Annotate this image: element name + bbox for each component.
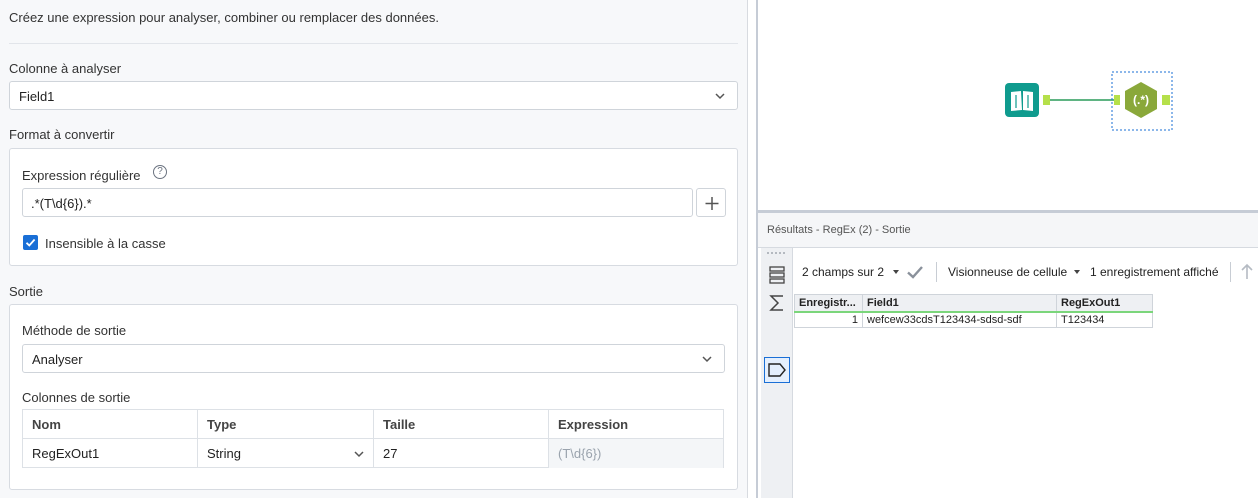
workflow-canvas[interactable]: (.*) xyxy=(756,0,1258,212)
column-header-name: Nom xyxy=(23,410,198,438)
format-card: Expression régulière ? .*(T\d{6}).* Inse… xyxy=(9,148,738,266)
config-panel: Créez une expression pour analyser, comb… xyxy=(0,0,748,498)
output-method-select[interactable]: Analyser xyxy=(22,344,725,373)
column-header-expression: Expression xyxy=(558,417,629,432)
table-view-button[interactable] xyxy=(764,262,790,288)
output-method-label: Méthode de sortie xyxy=(22,323,127,338)
table-row: RegExOut1 String 27 (T\d{6}) xyxy=(23,439,723,468)
regex-tool[interactable]: (.*) xyxy=(1111,71,1173,131)
record-number-cell[interactable]: 1 xyxy=(794,311,863,328)
tag-icon xyxy=(768,363,786,377)
help-icon[interactable]: ? xyxy=(153,165,167,179)
table-row: 1 wefcew33cdsT123434-sdsd-sdf T123434 xyxy=(794,311,1153,328)
output-type-value: String xyxy=(207,446,241,461)
records-count: 1 enregistrement affiché xyxy=(1090,265,1219,279)
cell-viewer-selector[interactable]: Visionneuse de cellule xyxy=(948,265,1067,279)
metadata-view-button[interactable] xyxy=(764,290,790,316)
output-size-cell[interactable]: 27 xyxy=(374,439,549,468)
case-insensitive-label: Insensible à la casse xyxy=(45,236,166,251)
results-table: Enregistr... Field1 RegExOut1 1 wefcew33… xyxy=(794,294,1153,328)
tag-view-button[interactable] xyxy=(764,357,790,383)
regexout1-cell[interactable]: T123434 xyxy=(1056,311,1153,328)
case-insensitive-checkbox[interactable] xyxy=(23,235,38,250)
output-columns-label: Colonnes de sortie xyxy=(22,390,131,405)
toolbar-separator xyxy=(1230,262,1231,282)
output-columns-table: Nom Type Taille Expression RegExOut1 Str… xyxy=(22,409,724,468)
results-side-rail xyxy=(761,248,793,498)
output-type-select[interactable]: String xyxy=(198,439,374,468)
checkmark-icon[interactable] xyxy=(906,264,924,280)
table-list-icon xyxy=(769,266,785,284)
results-title: Résultats - RegEx (2) - Sortie xyxy=(767,224,911,236)
output-section-label: Sortie xyxy=(9,284,43,299)
toolbar-separator xyxy=(936,262,937,282)
chevron-down-icon xyxy=(702,356,712,363)
tool-description: Créez une expression pour analyser, comb… xyxy=(9,10,439,25)
workflow-diagram: (.*) xyxy=(1005,71,1173,131)
sigma-icon xyxy=(769,295,783,311)
field1-column-header[interactable]: Field1 xyxy=(862,294,1057,313)
results-body: 2 champs sur 2 Visionneuse de cellule 1 … xyxy=(758,247,1258,498)
field1-cell[interactable]: wefcew33cdsT123434-sdsd-sdf xyxy=(862,311,1057,328)
output-name-cell[interactable]: RegExOut1 xyxy=(23,439,198,468)
plus-icon xyxy=(705,197,719,210)
fields-selector[interactable]: 2 champs sur 2 xyxy=(802,265,884,279)
column-header-size: Taille xyxy=(374,410,549,438)
checkmark-icon xyxy=(25,238,36,247)
column-to-parse-label: Colonne à analyser xyxy=(9,61,122,76)
results-pane: Résultats - RegEx (2) - Sortie 2 champs … xyxy=(756,213,1258,498)
divider xyxy=(9,43,738,44)
input-tool[interactable] xyxy=(1005,83,1050,117)
table-header-row: Nom Type Taille Expression xyxy=(23,410,723,439)
column-to-parse-select[interactable]: Field1 xyxy=(9,81,738,110)
column-header-type: Type xyxy=(198,410,374,438)
chevron-down-icon xyxy=(354,451,364,458)
output-expression-cell: (T\d{6}) xyxy=(549,439,723,468)
output-method-value: Analyser xyxy=(32,352,83,367)
format-section-label: Format à convertir xyxy=(9,127,115,142)
regex-label: Expression régulière xyxy=(22,168,141,183)
dropdown-arrow-icon[interactable] xyxy=(893,270,899,274)
regex-input[interactable]: .*(T\d{6}).* xyxy=(22,188,693,217)
column-to-parse-value: Field1 xyxy=(19,89,55,104)
table-header-row: Enregistr... Field1 RegExOut1 xyxy=(794,294,1153,313)
record-column-header[interactable]: Enregistr... xyxy=(794,294,863,313)
regex-value: .*(T\d{6}).* xyxy=(31,196,92,211)
app-root: Créez une expression pour analyser, comb… xyxy=(0,0,1258,498)
chevron-down-icon xyxy=(715,93,725,100)
dropdown-arrow-icon[interactable] xyxy=(1074,270,1080,274)
arrow-up-icon[interactable] xyxy=(1240,262,1254,280)
regexout1-column-header[interactable]: RegExOut1 xyxy=(1056,294,1153,313)
drag-handle-icon[interactable] xyxy=(766,251,786,257)
regex-tool-label: (.*) xyxy=(1133,93,1149,107)
add-token-button[interactable] xyxy=(696,188,726,217)
